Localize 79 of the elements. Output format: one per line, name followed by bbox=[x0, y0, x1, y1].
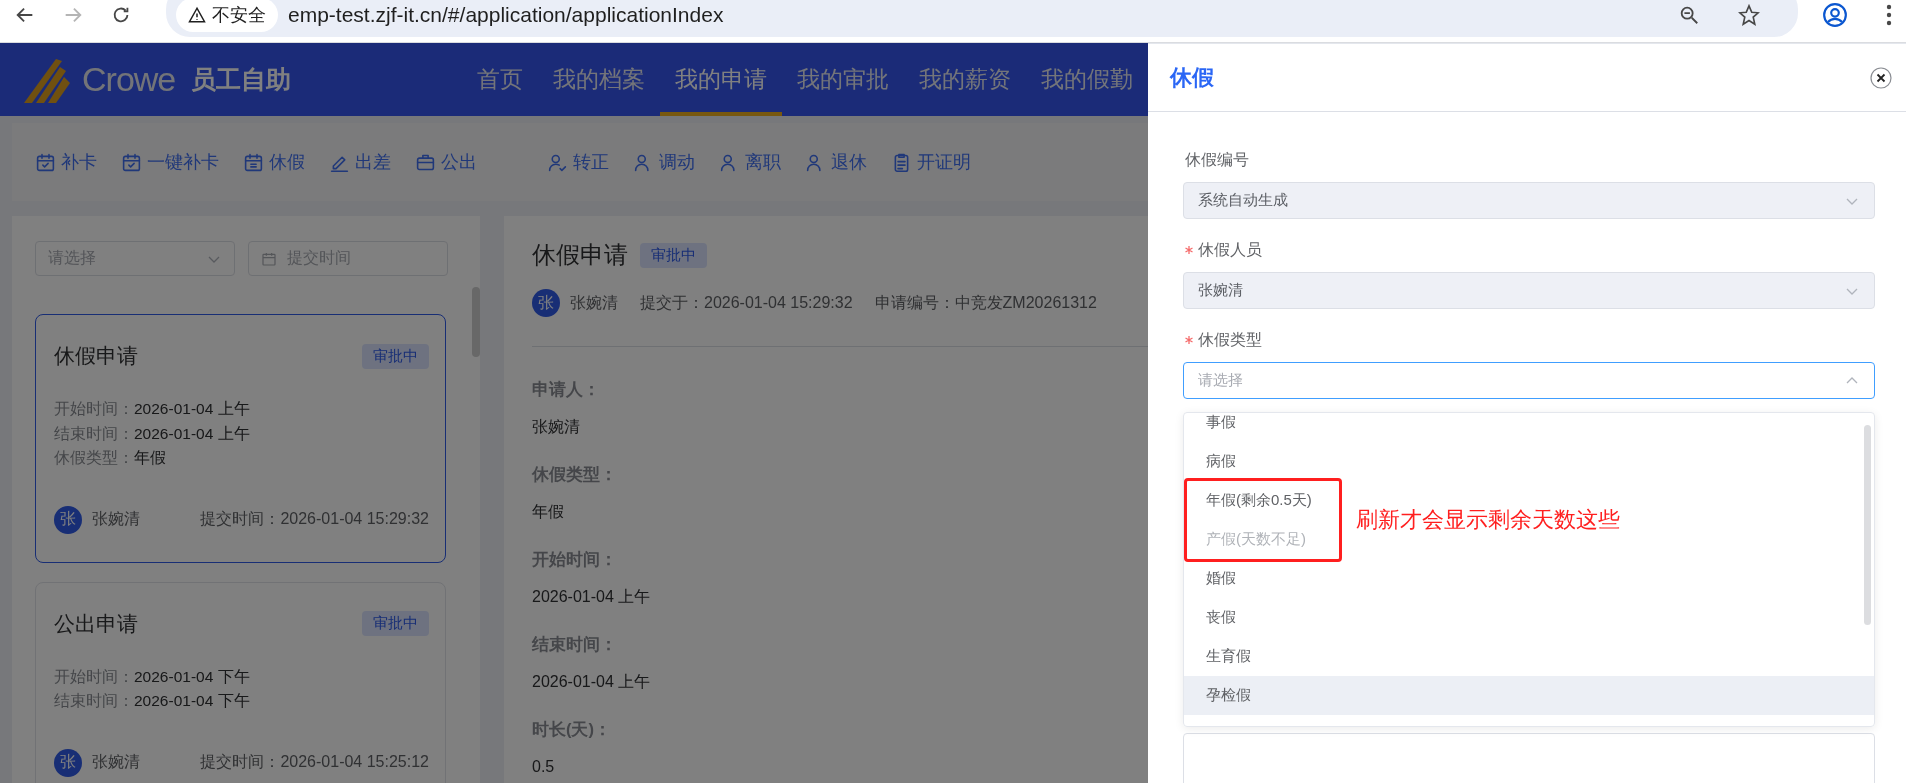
calendar-icon bbox=[243, 151, 264, 173]
warning-icon bbox=[188, 6, 206, 24]
drawer-title: 休假 bbox=[1170, 63, 1214, 92]
status-tag: 审批中 bbox=[640, 242, 707, 268]
annotation-text: 刷新才会显示剩余天数这些 bbox=[1356, 506, 1620, 534]
submit-time: 提交时间：2026-01-04 15:25:12 bbox=[200, 752, 429, 772]
avatar: 张 bbox=[54, 748, 82, 777]
toolbar-button[interactable]: 调动 bbox=[633, 150, 695, 174]
field-label: 休假编号 bbox=[1185, 149, 1249, 170]
calendar-icon bbox=[35, 151, 56, 173]
toolbar-button[interactable]: 退休 bbox=[805, 150, 867, 174]
dropdown-option[interactable]: 病假 bbox=[1184, 442, 1874, 481]
profile-icon[interactable] bbox=[1822, 2, 1848, 28]
detail-title: 休假申请 bbox=[532, 240, 628, 270]
star-icon[interactable] bbox=[1738, 4, 1760, 26]
status-tag: 审批中 bbox=[362, 343, 429, 369]
nav-tab[interactable]: 我的审批 bbox=[782, 43, 904, 116]
toolbar-button[interactable]: 离职 bbox=[719, 150, 781, 174]
field-label: 休假类型： bbox=[532, 464, 618, 485]
dropdown-option[interactable]: 事假 bbox=[1184, 413, 1874, 442]
field-value: 2026-01-04 上午 bbox=[532, 672, 652, 692]
dropdown-option[interactable]: 生育假 bbox=[1184, 637, 1874, 676]
security-chip[interactable]: 不安全 bbox=[176, 0, 278, 32]
card-title: 公出申请 bbox=[54, 610, 138, 637]
zoom-out-icon[interactable] bbox=[1678, 4, 1700, 26]
application-card[interactable]: 休假申请 审批中 开始时间：2026-01-04 上午 结束时间：2026-01-04 上午 休假类型：年假 张 张婉清 提交时间：2026-01-04 15:29:32 bbox=[35, 314, 446, 563]
calendar-icon bbox=[261, 250, 277, 267]
field-label: 开始时间： bbox=[532, 549, 618, 570]
card-field: 休假类型：年假 bbox=[54, 446, 429, 471]
logo-text: Crowe bbox=[82, 60, 176, 99]
field-label: 休假类型 bbox=[1198, 329, 1262, 350]
nav-tab[interactable]: 首页 bbox=[462, 43, 538, 116]
dropdown-option[interactable]: 孕检假 bbox=[1184, 676, 1874, 715]
scrollbar-thumb[interactable] bbox=[1864, 425, 1871, 625]
field-value: 张婉清 bbox=[532, 417, 581, 437]
close-icon[interactable] bbox=[1870, 66, 1892, 89]
url-text: emp-test.zjf-it.cn/#/application/applicationIndex bbox=[288, 3, 725, 27]
application-card[interactable]: 公出申请 审批中 开始时间：2026-01-04 下午 结束时间：2026-01-04 下午 张 张婉清 提交时间：2026-01-04 15:25:12 bbox=[35, 581, 446, 783]
card-title: 休假申请 bbox=[54, 343, 138, 369]
applicant-name: 张婉清 bbox=[570, 292, 618, 313]
scrollbar-thumb[interactable] bbox=[472, 287, 480, 357]
app-name: 员工自助 bbox=[191, 64, 292, 95]
field-value: 0.5 bbox=[532, 757, 556, 777]
toolbar-button[interactable]: 公出 bbox=[415, 150, 477, 174]
more-icon[interactable] bbox=[1886, 4, 1892, 26]
toolbar-button[interactable]: 出差 bbox=[329, 150, 391, 174]
nav-tab[interactable]: 我的假勤 bbox=[1026, 43, 1148, 116]
card-field: 开始时间：2026-01-04 下午 bbox=[54, 664, 429, 689]
card-field: 开始时间：2026-01-04 上午 bbox=[54, 397, 429, 422]
submit-time: 提交于：2026-01-04 15:29:32 bbox=[640, 292, 853, 313]
field-value: 年假 bbox=[532, 502, 565, 522]
toolbar-button[interactable]: 补卡 bbox=[35, 150, 97, 174]
field-label: 休假人员 bbox=[1198, 239, 1262, 260]
field-label: 结束时间： bbox=[532, 634, 618, 655]
toolbar-button[interactable]: 开证明 bbox=[891, 150, 971, 174]
nav-tab[interactable]: 我的档案 bbox=[538, 43, 660, 116]
applicant-name: 张婉清 bbox=[92, 509, 140, 529]
field-label: 申请人： bbox=[532, 379, 601, 400]
applicant-name: 张婉清 bbox=[92, 752, 140, 772]
avatar: 张 bbox=[54, 505, 82, 534]
calendar-icon bbox=[121, 151, 142, 173]
dropdown-option[interactable]: 婚假 bbox=[1184, 559, 1874, 598]
submit-time: 提交时间：2026-01-04 15:29:32 bbox=[200, 509, 429, 529]
select-field[interactable]: 请选择 bbox=[1183, 362, 1875, 399]
toolbar-button[interactable]: 一键补卡 bbox=[121, 150, 219, 174]
avatar: 张 bbox=[532, 289, 560, 317]
toolbar-button[interactable]: 休假 bbox=[243, 150, 305, 174]
nav-tab[interactable]: 我的薪资 bbox=[904, 43, 1026, 116]
field-value: 2026-01-04 上午 bbox=[532, 587, 652, 607]
nav-tab[interactable]: 我的申请 bbox=[660, 43, 782, 116]
field-label: 时长(天)： bbox=[532, 719, 612, 740]
status-tag: 审批中 bbox=[362, 611, 429, 636]
dropdown-option[interactable]: 年假(剩余0.5天) bbox=[1187, 481, 1339, 520]
toolbar-button[interactable]: 转正 bbox=[547, 150, 609, 174]
application-number: 申请编号：中竞发ZM20261312 bbox=[874, 292, 1097, 313]
card-field: 结束时间：2026-01-04 上午 bbox=[54, 421, 429, 446]
card-field: 结束时间：2026-01-04 下午 bbox=[54, 689, 429, 714]
address-bar[interactable]: 不安全 emp-test.zjf-it.cn/#/application/applicationIndex bbox=[166, 0, 1798, 37]
dropdown-option[interactable]: 丧假 bbox=[1184, 598, 1874, 637]
